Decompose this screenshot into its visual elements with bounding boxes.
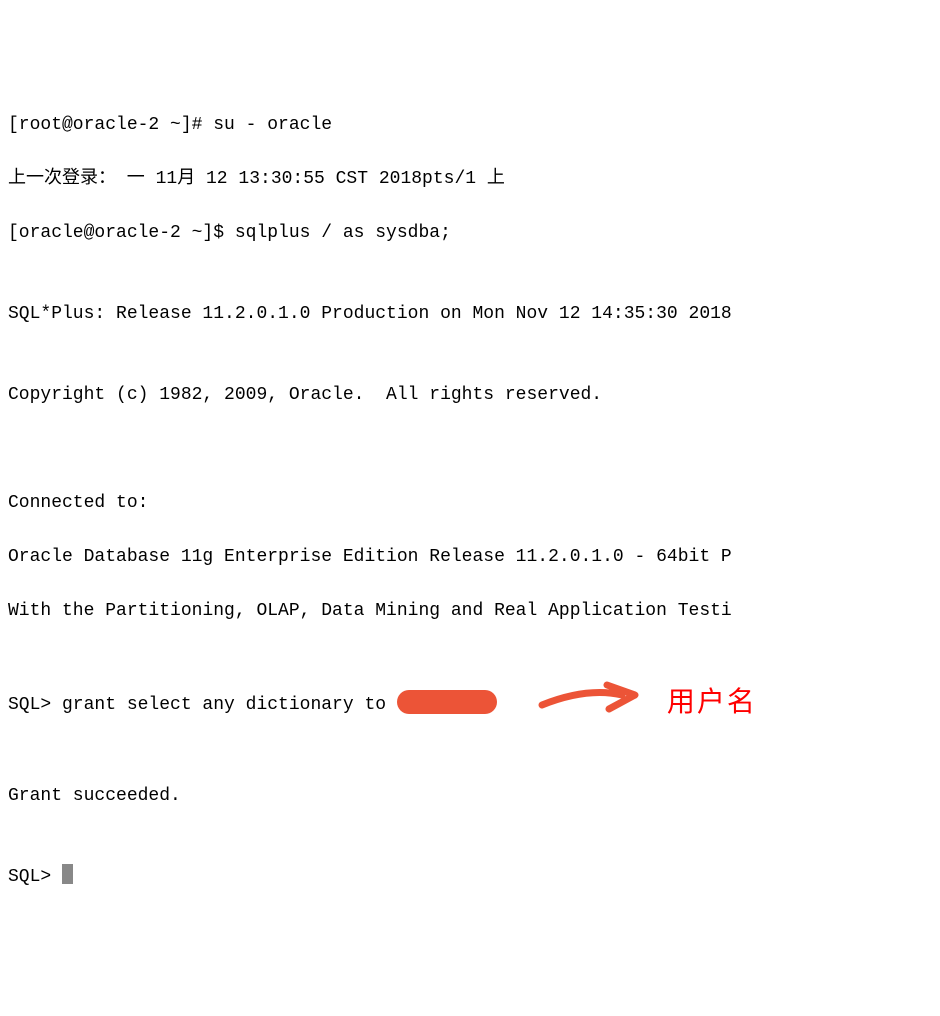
arrow-icon <box>537 677 647 727</box>
annotation-label: 用户名 <box>667 681 757 723</box>
terminal-line: SQL*Plus: Release 11.2.0.1.0 Production … <box>8 301 932 328</box>
terminal-line: Copyright (c) 1982, 2009, Oracle. All ri… <box>8 382 932 409</box>
grant-command-text: SQL> grant select any dictionary to <box>8 695 397 715</box>
sql-prompt-line[interactable]: SQL> <box>8 864 932 891</box>
grant-line: SQL> grant select any dictionary to 用户名 <box>8 679 932 729</box>
terminal-line: [oracle@oracle-2 ~]$ sqlplus / as sysdba… <box>8 220 932 247</box>
terminal-line: Oracle Database 11g Enterprise Edition R… <box>8 544 932 571</box>
terminal-line: 上一次登录： 一 11月 12 13:30:55 CST 2018pts/1 上 <box>8 166 932 193</box>
terminal-line: Grant succeeded. <box>8 783 932 810</box>
cursor-icon <box>62 864 73 884</box>
terminal-line: With the Partitioning, OLAP, Data Mining… <box>8 598 932 625</box>
redacted-username <box>397 690 497 714</box>
terminal-line: [root@oracle-2 ~]# su - oracle <box>8 112 932 139</box>
sql-prompt: SQL> <box>8 867 62 887</box>
terminal-line: Connected to: <box>8 490 932 517</box>
